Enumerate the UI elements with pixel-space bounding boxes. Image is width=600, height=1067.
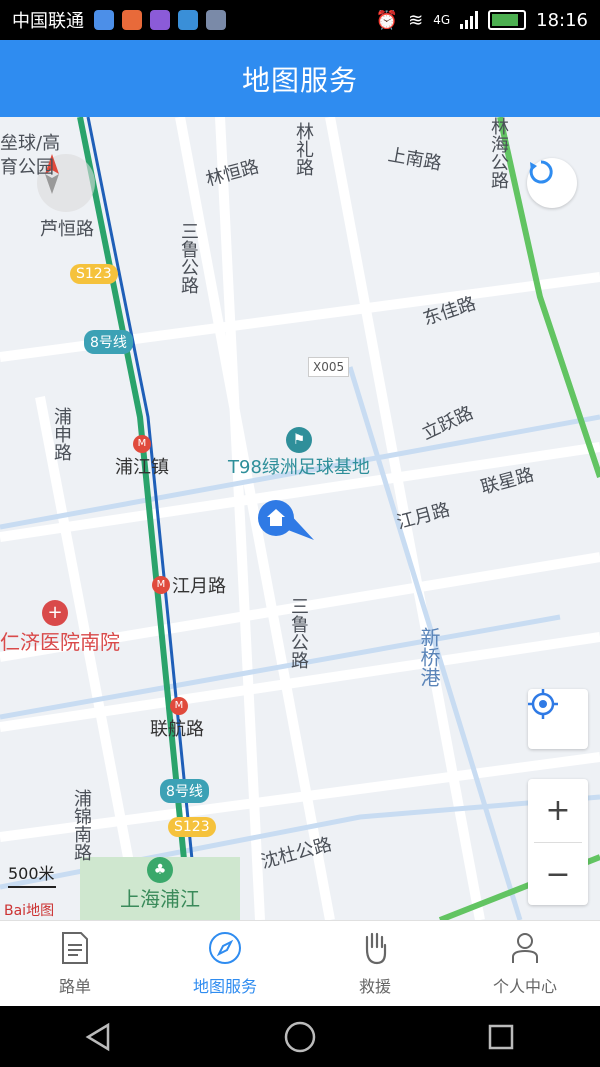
zoom-controls: + − [528,779,588,905]
scale-label: 500米 [8,864,55,883]
nav-item-profile[interactable]: 个人中心 [450,921,600,1007]
gallery-icon [150,10,170,30]
map-attribution: Bai地图 [4,903,55,919]
home-icon[interactable] [283,1020,317,1054]
metro-line-badge: 8号线 [160,779,209,803]
metro-station-lianhang[interactable]: M 联航路 [150,697,204,741]
zoom-in-button[interactable]: + [528,779,588,842]
metro-icon: M [152,576,170,594]
app-icon [178,10,198,30]
metro-station-jiangyue[interactable]: M 江月路 [152,572,226,598]
refresh-icon [529,160,553,184]
map-label-luheng: 芦恒路 [40,219,94,240]
map-label-pujin: 浦锦南路 [71,789,92,861]
compass-icon [209,932,241,964]
poi-label: T98绿洲足球基地 [228,457,370,478]
signal-icon [460,11,479,29]
road-code-badge: X005 [308,357,350,377]
map-label-linhai: 林海公路 [488,117,509,189]
map-label-sanlu-top: 三鲁公路 [178,222,199,294]
recents-icon[interactable] [486,1022,516,1052]
map-view[interactable]: 垒球/高 育公园 芦恒路 林恒路 林礼路 上南路 林海公路 三鲁公路 东佳路 浦… [0,117,600,920]
t98-poi[interactable]: ⚑ T98绿洲足球基地 [228,427,370,479]
network-type: 4G [433,13,451,27]
hospital-poi[interactable]: + 仁济医院南院 [0,600,120,655]
person-icon [512,933,538,963]
battery-icon [488,10,527,30]
status-bar: 中国联通 ⏰ ≋ 4G 18:16 [0,0,600,40]
system-nav-bar [0,1006,600,1067]
highway-shield: S123 [70,264,118,284]
metro-line-badge: 8号线 [84,330,133,354]
map-label-park: 垒球/高 育公园 [0,133,61,178]
metro-icon: M [170,697,188,715]
hospital-label: 仁济医院南院 [0,630,120,654]
hand-icon [365,932,387,965]
park-poi[interactable]: ♣ 上海浦江 [120,857,200,912]
nav-item-rescue[interactable]: 救援 [300,921,450,1007]
map-label-linli: 林礼路 [293,122,314,176]
map-label-xinqiao: 新桥港 [417,627,441,687]
zoom-out-button[interactable]: − [528,843,588,906]
nav-label: 个人中心 [492,977,557,996]
metro-station-pujiang[interactable]: M 浦江镇 [115,435,169,479]
locate-icon [528,689,558,719]
carrier-label: 中国联通 [12,11,84,32]
highway-shield: S123 [168,817,216,837]
nav-label: 救援 [358,977,391,996]
document-icon [62,932,88,964]
tree-icon: ♣ [147,857,173,883]
poi-icon: ⚑ [285,427,312,453]
nav-item-route[interactable]: 路单 [0,921,150,1007]
clock: 18:16 [536,9,588,31]
map-scale: 500米 [8,860,56,888]
metro-station-label: 联航路 [150,719,204,740]
wifi-icon: ≋ [408,9,424,31]
nav-label: 地图服务 [192,977,257,996]
metro-icon: M [133,435,151,453]
map-label-sanlu-mid: 三鲁公路 [288,597,309,669]
box-icon [206,10,226,30]
alarm-icon: ⏰ [375,9,399,31]
park-label: 上海浦江 [120,887,200,911]
metro-station-label: 江月路 [172,576,226,597]
home-location-icon [258,500,314,540]
bottom-nav: 路单 地图服务 救援 个人中心 [0,920,600,1007]
map-label-puyan: 浦申路 [51,407,72,461]
app-header: 地图服务 [0,40,600,117]
hospital-icon: + [42,600,68,626]
locate-button[interactable] [528,689,588,749]
metro-station-label: 浦江镇 [115,457,169,478]
page-title: 地图服务 [241,63,358,97]
refresh-button[interactable] [527,158,577,208]
back-icon[interactable] [84,1022,114,1052]
location-icon [94,10,114,30]
nav-label: 路单 [58,977,91,996]
heart-app-icon [122,10,142,30]
nav-item-map[interactable]: 地图服务 [150,921,300,1007]
notification-icons [94,10,226,30]
